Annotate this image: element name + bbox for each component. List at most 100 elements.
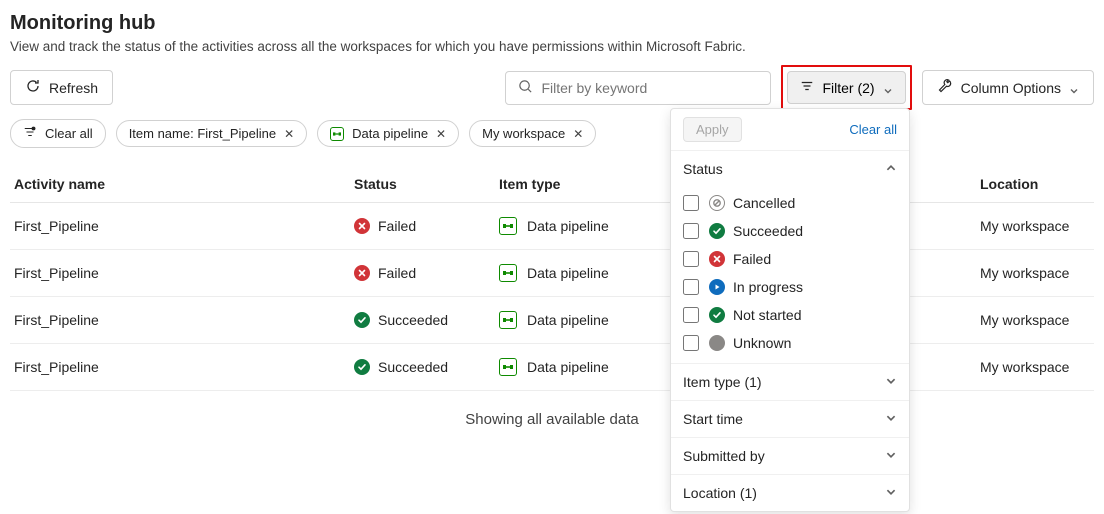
chevron-up-icon	[885, 161, 897, 177]
cell-activity: First_Pipeline	[10, 203, 350, 250]
filter-chips: Clear all Item name: First_Pipeline ✕ Da…	[10, 119, 1094, 148]
table-row[interactable]: First_Pipeline Succeeded Data pipeline 6…	[10, 344, 1094, 391]
toolbar: Refresh Filter (2)	[10, 70, 1094, 105]
table-row[interactable]: First_Pipeline Succeeded Data pipeline 3…	[10, 297, 1094, 344]
cell-itemtype: Data pipeline	[495, 344, 675, 391]
clear-all-chip[interactable]: Clear all	[10, 119, 106, 148]
chevron-down-icon	[1069, 83, 1079, 93]
itemtype-text: Data pipeline	[527, 218, 609, 234]
cell-itemtype: Data pipeline	[495, 250, 675, 297]
filter-option-label: In progress	[733, 279, 803, 295]
column-options-button[interactable]: Column Options	[922, 70, 1094, 105]
filter-option-label: Failed	[733, 251, 771, 267]
itemtype-text: Data pipeline	[527, 312, 609, 328]
cell-itemtype: Data pipeline	[495, 297, 675, 344]
status-succeeded-icon	[354, 359, 370, 375]
filter-section-location-1[interactable]: Location (1)	[671, 474, 909, 511]
status-failed-icon	[709, 251, 725, 267]
column-options-label: Column Options	[961, 80, 1061, 96]
status-succeeded-icon	[709, 223, 725, 239]
filter-icon	[800, 79, 814, 96]
filter-section-label: Status	[683, 161, 723, 177]
chevron-down-icon	[885, 485, 897, 501]
col-activity-name[interactable]: Activity name	[10, 166, 350, 203]
chevron-down-icon	[885, 448, 897, 464]
filter-button[interactable]: Filter (2)	[787, 71, 905, 104]
chip-label: Data pipeline	[352, 126, 428, 141]
clear-all-label: Clear all	[45, 126, 93, 141]
filter-option-failed[interactable]: Failed	[671, 245, 909, 273]
cell-itemtype: Data pipeline	[495, 203, 675, 250]
status-notstarted-icon	[709, 307, 725, 323]
filter-option-cancelled[interactable]: Cancelled	[671, 189, 909, 217]
chip-data-pipeline[interactable]: Data pipeline ✕	[317, 120, 459, 147]
filter-option-label: Cancelled	[733, 195, 795, 211]
cell-activity: First_Pipeline	[10, 344, 350, 391]
status-text: Succeeded	[378, 312, 448, 328]
filter-option-notstarted[interactable]: Not started	[671, 301, 909, 329]
filter-section-label: Start time	[683, 411, 743, 427]
col-status[interactable]: Status	[350, 166, 495, 203]
filter-label: Filter (2)	[822, 80, 874, 96]
table-row[interactable]: First_Pipeline Failed Data pipeline 3:40…	[10, 203, 1094, 250]
filter-button-highlight: Filter (2)	[781, 65, 911, 110]
close-icon[interactable]: ✕	[436, 127, 446, 141]
pipeline-icon	[499, 311, 517, 329]
filter-option-label: Unknown	[733, 335, 791, 351]
filter-option-inprogress[interactable]: In progress	[671, 273, 909, 301]
pipeline-icon	[499, 264, 517, 282]
filter-section-label: Location (1)	[683, 485, 757, 501]
status-text: Succeeded	[378, 359, 448, 375]
filter-section-label: Submitted by	[683, 448, 765, 464]
checkbox[interactable]	[683, 195, 699, 211]
clear-all-link[interactable]: Clear all	[849, 122, 897, 137]
footer-message: Showing all available data	[10, 391, 1094, 448]
status-failed-icon	[354, 265, 370, 281]
itemtype-text: Data pipeline	[527, 359, 609, 375]
page-title: Monitoring hub	[10, 12, 1094, 35]
status-cancelled-icon	[709, 195, 725, 211]
filter-section-status[interactable]: Status	[671, 151, 909, 187]
search-input-wrap[interactable]	[505, 71, 771, 105]
filter-section-item-type-1[interactable]: Item type (1)	[671, 363, 909, 400]
checkbox[interactable]	[683, 335, 699, 351]
col-location[interactable]: Location	[940, 166, 1094, 203]
close-icon[interactable]: ✕	[284, 127, 294, 141]
filter-option-label: Not started	[733, 307, 801, 323]
filter-option-succeeded[interactable]: Succeeded	[671, 217, 909, 245]
filter-section-label: Item type (1)	[683, 374, 762, 390]
search-input[interactable]	[541, 80, 758, 96]
status-text: Failed	[378, 218, 416, 234]
col-item-type[interactable]: Item type	[495, 166, 675, 203]
chip-my-workspace[interactable]: My workspace ✕	[469, 120, 596, 147]
checkbox[interactable]	[683, 279, 699, 295]
cell-location: My workspace	[940, 203, 1094, 250]
refresh-icon	[25, 78, 41, 97]
pipeline-icon	[499, 358, 517, 376]
checkbox[interactable]	[683, 307, 699, 323]
filter-panel: Apply Clear all Status Cancelled Succeed…	[670, 108, 910, 512]
itemtype-text: Data pipeline	[527, 265, 609, 281]
apply-button[interactable]: Apply	[683, 117, 742, 142]
table-row[interactable]: First_Pipeline Failed Data pipeline 4:15…	[10, 250, 1094, 297]
filter-option-label: Succeeded	[733, 223, 803, 239]
status-succeeded-icon	[354, 312, 370, 328]
cell-location: My workspace	[940, 344, 1094, 391]
checkbox[interactable]	[683, 251, 699, 267]
refresh-button[interactable]: Refresh	[10, 70, 113, 105]
wrench-icon	[937, 78, 953, 97]
pipeline-icon	[330, 127, 344, 141]
cell-location: My workspace	[940, 250, 1094, 297]
chip-item-name[interactable]: Item name: First_Pipeline ✕	[116, 120, 307, 147]
checkbox[interactable]	[683, 223, 699, 239]
search-icon	[518, 79, 533, 97]
close-icon[interactable]: ✕	[573, 127, 583, 141]
status-unknown-icon	[709, 335, 725, 351]
filter-section-start-time[interactable]: Start time	[671, 400, 909, 437]
chevron-down-icon	[883, 83, 893, 93]
filter-option-unknown[interactable]: Unknown	[671, 329, 909, 357]
filter-section-submitted-by[interactable]: Submitted by	[671, 437, 909, 474]
cell-status: Failed	[350, 250, 495, 297]
chevron-down-icon	[885, 411, 897, 427]
refresh-label: Refresh	[49, 80, 98, 96]
